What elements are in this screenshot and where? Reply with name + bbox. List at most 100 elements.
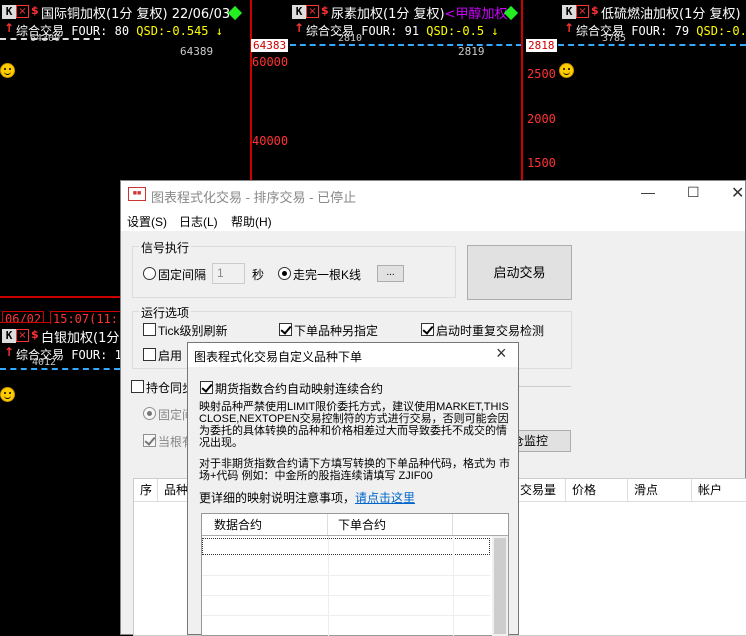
mapping-table[interactable]: 数据合约 下单合约 — [201, 513, 509, 636]
pane-title: 国际铜加权(1分 复权) 22/06/03 — [41, 7, 231, 22]
bar-complete-label: 走完一根K线 — [293, 268, 362, 282]
close-pane-button[interactable]: × — [306, 5, 319, 18]
close-pane-button[interactable]: × — [16, 329, 29, 342]
start-trading-button[interactable]: 启动交易 — [467, 245, 572, 300]
scrollbar-thumb[interactable] — [494, 538, 506, 634]
title-bar: ■■ 图表程式化交易 - 排序交易 - 已停止 — ☐ ✕ — [121, 181, 745, 209]
dialog-title-bar: 图表程式化交易自定义品种下单 × — [188, 343, 518, 367]
up-arrow-icon: ↑ — [564, 21, 575, 35]
table-scrollbar[interactable] — [492, 536, 508, 636]
table-row[interactable] — [202, 576, 490, 596]
close-pane-button[interactable]: × — [576, 5, 589, 18]
dialog-close-button[interactable]: × — [496, 343, 507, 364]
more-info-text: 更详细的映射说明注意事项，请点击这里 — [199, 491, 416, 505]
tick-2500: 2500 — [527, 67, 556, 81]
table-row[interactable] — [202, 596, 490, 616]
table-row[interactable] — [202, 538, 490, 555]
window-title: 图表程式化交易 - 排序交易 - 已停止 — [151, 190, 357, 205]
col-seq[interactable]: 序 — [134, 479, 158, 501]
fixed-interval-radio[interactable] — [143, 267, 156, 280]
run-options-title: 运行选项 — [139, 304, 192, 321]
fixed-interval-label: 固定间隔 — [158, 268, 207, 282]
price-dash-line — [0, 38, 100, 40]
col-divider — [328, 536, 329, 636]
col-price[interactable]: 价格 — [566, 479, 628, 501]
position-sync-checkbox[interactable] — [131, 380, 144, 393]
dollar-icon: $ — [31, 328, 39, 341]
smiley-icon — [0, 387, 15, 402]
menu-log[interactable]: 日志(L) — [179, 213, 218, 230]
restart-check-checkbox[interactable] — [421, 323, 434, 336]
col-order-contract[interactable]: 下单合约 — [328, 514, 453, 535]
bottom-date: 06/02 — [2, 311, 45, 322]
pane-title: 尿素加权(1分 复权)<甲醇加权 — [331, 7, 508, 22]
mapping-table-header: 数据合约 下单合约 — [202, 514, 508, 536]
non-futures-hint-text: 对于非期货指数合约请下方填写转换的下单品种代码，格式为 市场+代码 例如：中金所… — [199, 458, 511, 482]
dollar-icon: $ — [591, 4, 599, 17]
col-data-contract[interactable]: 数据合约 — [202, 514, 328, 535]
pane-title: 白银加权(1分 — [41, 331, 120, 346]
price-label: 64389 — [180, 45, 214, 58]
tick-2000: 2000 — [527, 112, 556, 126]
dollar-icon: $ — [31, 4, 39, 17]
menu-help[interactable]: 帮助(H) — [231, 213, 272, 230]
dialog-title: 图表程式化交易自定义品种下单 — [194, 350, 363, 364]
up-arrow-icon: ↑ — [4, 21, 15, 35]
enable-label: 启用 — [158, 349, 183, 363]
up-arrow-icon: ↑ — [294, 21, 305, 35]
price-dash-line — [0, 368, 120, 370]
tick-refresh-label: Tick级别刷新 — [158, 324, 228, 338]
restart-check-label: 启动时重复交易检测 — [436, 324, 545, 338]
maximize-button[interactable]: ☐ — [687, 184, 700, 201]
when-root-checkbox[interactable] — [143, 434, 156, 447]
price-dash-line — [558, 44, 746, 46]
fixed-interval-radio-2[interactable] — [143, 407, 156, 420]
dollar-icon: $ — [321, 4, 329, 17]
pane-separator — [0, 296, 120, 298]
price-label: 4012 — [32, 357, 57, 368]
k-line-button[interactable]: K — [2, 329, 16, 343]
last-price-box: 64383 — [251, 39, 289, 52]
top-price-label: 3785 — [602, 33, 627, 44]
signal-group-title: 信号执行 — [139, 239, 192, 256]
k-line-button[interactable]: K — [292, 5, 306, 19]
tick-refresh-checkbox[interactable] — [143, 323, 156, 336]
smiley-icon — [0, 63, 15, 78]
last-price-box: 2818 — [526, 39, 557, 52]
table-row[interactable] — [202, 556, 490, 576]
col-volume[interactable]: 交易量 — [514, 479, 566, 501]
order-variety-checkbox[interactable] — [279, 323, 292, 336]
seconds-label: 秒 — [252, 268, 265, 282]
menu-bar: 设置(S) 日志(L) 帮助(H) — [121, 209, 745, 231]
app-icon: ■■ — [128, 187, 146, 201]
menu-settings[interactable]: 设置(S) — [127, 213, 167, 230]
k-line-button[interactable]: K — [2, 5, 16, 19]
tick-40000: 40000 — [252, 134, 289, 148]
chart-pane-silver[interactable]: K × $ 白银加权(1分 ↑ 综合交易 FOUR: 1 4012 — [0, 324, 120, 635]
custom-variety-dialog: 图表程式化交易自定义品种下单 × 期货指数合约自动映射连续合约 映射品种严禁使用… — [187, 342, 519, 636]
top-price-label: 2810 — [338, 33, 363, 44]
tick-60000: 60000 — [252, 55, 289, 69]
col-slippage[interactable]: 滑点 — [628, 479, 692, 501]
price-label: 2819 — [458, 45, 485, 58]
indicator-line: 综合交易 FOUR: 91 QSD:-0.5 ↓ — [306, 24, 499, 38]
minimize-button[interactable]: — — [641, 184, 655, 200]
price-dash-line — [290, 44, 522, 46]
close-pane-button[interactable]: × — [16, 5, 29, 18]
interval-input[interactable]: 1 — [212, 263, 245, 284]
k-line-button[interactable]: K — [562, 5, 576, 19]
futures-index-checkbox[interactable] — [200, 381, 213, 394]
mapping-help-link[interactable]: 请点击这里 — [355, 491, 415, 505]
tick-1500: 1500 — [527, 156, 556, 170]
col-account[interactable]: 帐户 — [692, 479, 746, 501]
col-divider — [453, 536, 454, 636]
bar-complete-radio[interactable] — [278, 267, 291, 280]
enable-checkbox[interactable] — [143, 348, 156, 361]
order-variety-label: 下单品种另指定 — [294, 324, 379, 338]
smiley-icon — [559, 63, 574, 78]
pane-title: 低硫燃油加权(1分 复权) — [601, 7, 741, 22]
more-button[interactable]: ... — [377, 265, 404, 282]
close-button[interactable]: ✕ — [731, 183, 744, 203]
mapping-warning-text: 映射品种严禁使用LIMIT限价委托方式，建议使用MARKET,THISCLOSE… — [199, 401, 509, 449]
up-arrow-icon: ↑ — [4, 345, 15, 359]
